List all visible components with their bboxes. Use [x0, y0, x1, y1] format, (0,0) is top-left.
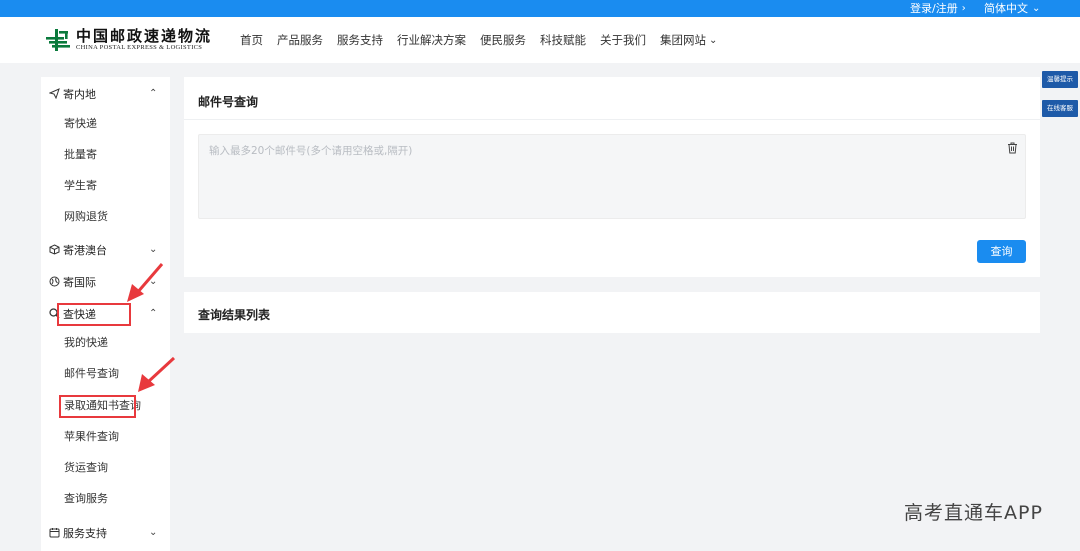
chevron-down-icon: ⌄: [709, 34, 718, 46]
sidebar-item-query-service[interactable]: 查询服务: [64, 489, 108, 509]
sidebar-group-send-hkmo-tw[interactable]: 寄港澳台 ⌄: [41, 234, 170, 265]
nav-item-industry-solutions[interactable]: 行业解决方案: [397, 32, 466, 48]
query-results-panel: 查询结果列表: [184, 292, 1040, 333]
highlight-box-track: [57, 303, 131, 326]
paper-plane-icon: [49, 88, 60, 99]
login-register-link[interactable]: 登录/注册 ›: [910, 0, 966, 17]
panel-title: 邮件号查询: [198, 95, 259, 109]
nav-item-service-support[interactable]: 服务支持: [337, 32, 383, 48]
nav-item-convenience[interactable]: 便民服务: [480, 32, 526, 48]
query-button[interactable]: 查询: [977, 240, 1026, 263]
input-placeholder: 输入最多20个邮件号(多个请用空格或,隔开): [209, 145, 413, 157]
sidebar-group-send-international[interactable]: 寄国际 ⌄: [41, 266, 170, 297]
nav-item-technology[interactable]: 科技赋能: [540, 32, 586, 48]
chevron-down-icon: ⌄: [149, 244, 158, 255]
nav-item-products[interactable]: 产品服务: [277, 32, 323, 48]
chevron-down-icon: ⌄: [149, 527, 158, 538]
language-label: 简体中文: [984, 2, 1028, 15]
sidebar-item-freight-query[interactable]: 货运查询: [64, 458, 108, 478]
site-logo[interactable]: 中国邮政速递物流 CHINA POSTAL EXPRESS & LOGISTIC…: [44, 25, 212, 55]
sidebar-group-label: 寄国际: [63, 275, 96, 289]
nav-item-home[interactable]: 首页: [240, 32, 263, 48]
chevron-right-icon: ›: [961, 3, 966, 14]
calendar-icon: [49, 528, 60, 538]
sidebar-item-send-express[interactable]: 寄快递: [64, 114, 97, 134]
box-icon: [49, 244, 60, 255]
sidebar-item-bulk-send[interactable]: 批量寄: [64, 145, 97, 165]
sidebar-group-label: 服务支持: [63, 526, 107, 540]
nav-item-about[interactable]: 关于我们: [600, 32, 646, 48]
sidebar-group-send-domestic[interactable]: 寄内地 ⌃: [41, 78, 170, 109]
china-post-logo-icon: [46, 29, 70, 51]
nav-item-group-site[interactable]: 集团网站 ⌄: [660, 32, 717, 48]
chevron-up-icon: ⌃: [149, 88, 158, 99]
online-service-button[interactable]: 在线客服: [1042, 100, 1078, 117]
sidebar-item-apple-query[interactable]: 苹果件查询: [64, 427, 119, 447]
chevron-up-icon: ⌃: [149, 308, 158, 319]
sidebar-item-my-express[interactable]: 我的快递: [64, 333, 108, 353]
panel-title: 查询结果列表: [198, 308, 271, 322]
language-selector[interactable]: 简体中文 ⌄: [984, 0, 1040, 17]
sidebar-item-online-return[interactable]: 网购退货: [64, 207, 108, 227]
watermark-text: 高考直通车APP: [904, 502, 1043, 524]
chevron-down-icon: ⌄: [1032, 3, 1041, 14]
globe-icon: [49, 276, 60, 287]
logo-chinese-text: 中国邮政速递物流: [76, 27, 213, 45]
chevron-down-icon: ⌄: [149, 276, 158, 287]
login-register-label: 登录/注册: [910, 2, 958, 15]
tips-button[interactable]: 温馨提示: [1042, 71, 1078, 88]
sidebar-group-label: 寄港澳台: [63, 243, 107, 257]
highlight-box-admission-notice: [59, 395, 136, 418]
sidebar-group-service-support[interactable]: 服务支持 ⌄: [41, 517, 170, 548]
sidebar-item-student-send[interactable]: 学生寄: [64, 176, 97, 196]
nav-item-group-site-label: 集团网站: [660, 33, 706, 47]
site-header: 中国邮政速递物流 CHINA POSTAL EXPRESS & LOGISTIC…: [0, 17, 1080, 63]
logo-english-text: CHINA POSTAL EXPRESS & LOGISTICS: [76, 44, 203, 51]
top-bar: 登录/注册 › 简体中文 ⌄: [0, 0, 1080, 17]
mail-number-input[interactable]: 输入最多20个邮件号(多个请用空格或,隔开): [198, 134, 1026, 219]
panel-divider: [184, 119, 1040, 120]
mail-number-query-panel: 邮件号查询 输入最多20个邮件号(多个请用空格或,隔开) 查询: [184, 77, 1040, 277]
sidebar-item-mail-number-query[interactable]: 邮件号查询: [64, 364, 119, 384]
trash-icon[interactable]: [1007, 142, 1018, 154]
main-nav: 首页 产品服务 服务支持 行业解决方案 便民服务 科技赋能 关于我们 集团网站 …: [240, 17, 731, 63]
sidebar-group-label: 寄内地: [63, 87, 96, 101]
